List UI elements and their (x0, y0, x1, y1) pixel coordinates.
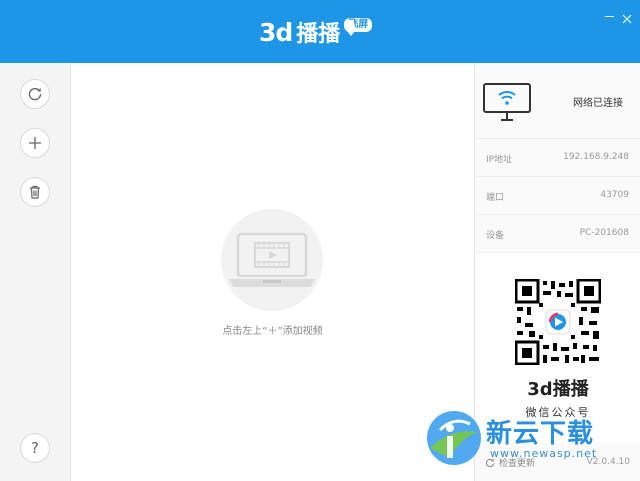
ip-label: IP地址 (486, 155, 513, 165)
left-toolbar: ? (0, 63, 71, 481)
close-button[interactable] (621, 10, 633, 24)
empty-state-illustration (221, 209, 323, 311)
plus-icon (29, 137, 41, 149)
delete-button[interactable] (20, 177, 50, 207)
refresh-icon (28, 88, 42, 101)
video-list-area: 点击左上“＋”添加视频 (71, 63, 474, 481)
connection-status-row: 网络已连接 (475, 63, 640, 139)
minimize-button[interactable] (604, 10, 616, 22)
port-value: 43709 (600, 190, 629, 200)
info-row-device: 设备 PC-201608 (475, 215, 640, 253)
help-button[interactable]: ? (20, 433, 50, 463)
app-logo: 3d 播播 飞屏 (259, 16, 373, 48)
logo-cn-text: 播播 (296, 22, 341, 47)
empty-hint-text: 点击左上“＋”添加视频 (222, 326, 323, 337)
watermark-url: www.newasp.net (490, 447, 598, 460)
add-video-button[interactable] (20, 128, 50, 158)
refresh-button[interactable] (20, 79, 50, 109)
info-row-port: 端口 43709 (475, 177, 640, 215)
promo-brand: 3d播播 (527, 379, 589, 400)
watermark-name: 新云下载 (486, 419, 595, 449)
ip-value: 192.168.9.248 (563, 152, 629, 162)
device-label: 设备 (486, 231, 505, 241)
port-label: 端口 (486, 193, 505, 203)
laptop-video-icon (229, 232, 315, 287)
trash-icon (30, 185, 40, 199)
title-bar: 3d 播播 飞屏 (0, 0, 640, 63)
qr-code-icon (515, 279, 601, 365)
info-row-ip: IP地址 192.168.9.248 (475, 139, 640, 177)
close-icon (622, 14, 632, 24)
tv-wifi-icon (483, 83, 531, 121)
connection-status: 网络已连接 (573, 98, 623, 109)
logo-3d-text: 3d (259, 17, 293, 47)
device-value: PC-201608 (579, 228, 629, 238)
logo-badge: 飞屏 (344, 18, 373, 36)
